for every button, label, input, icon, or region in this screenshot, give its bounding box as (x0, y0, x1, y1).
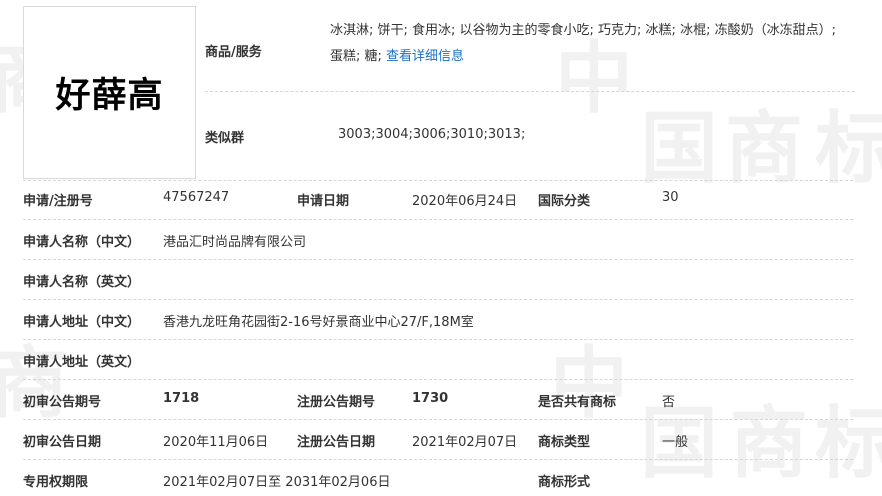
watermark-char: 商 (725, 104, 804, 194)
trademark-name: 好薛高 (55, 75, 164, 116)
reg-issue-value: 1730 (412, 391, 449, 406)
divider (23, 419, 853, 420)
divider (23, 339, 853, 340)
shared-value: 否 (662, 395, 676, 410)
intl-class-value: 30 (662, 190, 679, 205)
prelim-date-value: 2020年11月06日 (163, 435, 269, 450)
goods-label: 商品/服务 (205, 45, 262, 60)
similar-group-label: 类似群 (205, 131, 245, 146)
applicant-cn-label: 申请人名称（中文） (23, 235, 141, 250)
divider (23, 259, 853, 260)
watermark-char: 中 (550, 339, 629, 429)
reg-no-label: 申请/注册号 (23, 194, 93, 209)
goods-list: 冰淇淋; 饼干; 食用冰; 以谷物为主的零食小吃; 巧克力; 冰糕; 冰棍; 冻… (330, 18, 852, 70)
mark-form-label: 商标形式 (538, 475, 591, 490)
divider (205, 91, 855, 92)
mark-type-value: 一般 (662, 435, 689, 450)
shared-label: 是否共有商标 (538, 395, 617, 410)
exclusive-period-value: 2021年02月07日至 2031年02月06日 (163, 475, 391, 490)
prelim-issue-label: 初审公告期号 (23, 395, 102, 410)
applicant-cn-value: 港品汇时尚品牌有限公司 (163, 235, 307, 250)
watermark-char: 标 (815, 399, 882, 489)
reg-no-value: 47567247 (163, 190, 230, 205)
applicant-en-label: 申请人名称（英文） (23, 275, 141, 290)
address-cn-value: 香港九龙旺角花园街2-16号好景商业中心27/F,18M室 (163, 315, 474, 330)
apply-date-label: 申请日期 (297, 194, 350, 209)
intl-class-label: 国际分类 (538, 194, 591, 209)
address-cn-label: 申请人地址（中文） (23, 315, 141, 330)
watermark-char: 国 (640, 104, 719, 194)
reg-date-label: 注册公告日期 (297, 435, 376, 450)
apply-date-value: 2020年06月24日 (412, 194, 518, 209)
reg-issue-label: 注册公告期号 (297, 395, 376, 410)
divider (23, 180, 853, 181)
similar-group-value: 3003;3004;3006;3010;3013; (338, 127, 526, 142)
watermark-char: 商 (730, 399, 809, 489)
reg-date-value: 2021年02月07日 (412, 435, 518, 450)
divider (23, 299, 853, 300)
trademark-image: 好薛高 (23, 6, 196, 179)
mark-type-label: 商标类型 (538, 435, 591, 450)
divider (23, 219, 853, 220)
prelim-issue-value: 1718 (163, 391, 200, 406)
watermark-char: 标 (815, 104, 882, 194)
divider (23, 379, 853, 380)
view-details-link[interactable]: 查看详细信息 (386, 49, 464, 64)
prelim-date-label: 初审公告日期 (23, 435, 102, 450)
divider (23, 459, 853, 460)
address-en-label: 申请人地址（英文） (23, 355, 141, 370)
exclusive-period-label: 专用权期限 (23, 475, 89, 490)
